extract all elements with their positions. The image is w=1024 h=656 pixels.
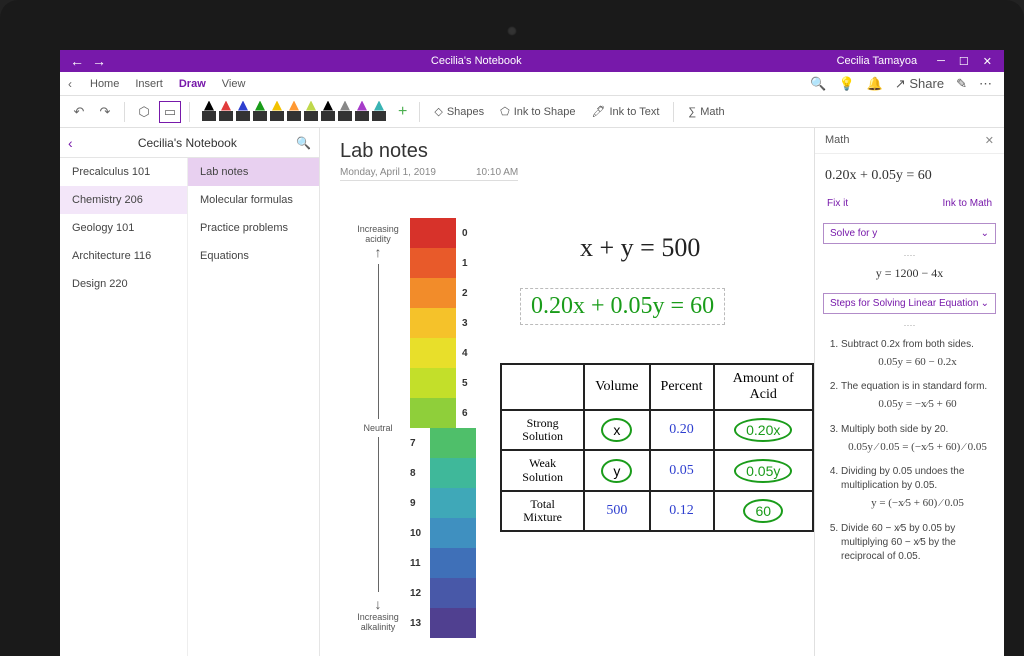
ink-equation-1[interactable]: x + y = 500 (580, 233, 700, 263)
page-time: 10:10 AM (476, 167, 518, 178)
redo-icon[interactable]: ↷ (94, 101, 116, 123)
ph-row: 7 (410, 428, 476, 458)
step-item: Subtract 0.2x from both sides.0.05y = 60… (841, 338, 994, 370)
step-item: Multiply both side by 20.0.05y ⁄ 0.05 = … (841, 423, 994, 455)
section-chemistry[interactable]: Chemistry 206 (60, 186, 187, 214)
ph-row: 13 (410, 608, 476, 638)
ink-to-text-button[interactable]: 🖊 Ink to Text (585, 105, 665, 118)
math-equation: 0.20x + 0.05y = 60 (815, 154, 1004, 198)
tab-view[interactable]: View (220, 74, 248, 94)
draw-toolbar: ↶ ↷ ⬡ ▭ + ◇ Shapes ⬠ Ink to Shape 🖊 Ink … (60, 96, 1004, 128)
pen-lime[interactable] (304, 101, 318, 123)
pen-red[interactable] (219, 101, 233, 123)
lasso-icon[interactable]: ⬡ (133, 101, 155, 123)
nav-search-icon[interactable]: 🔍 (296, 136, 311, 150)
ph-label-alkaline: Increasing alkalinity (350, 612, 406, 632)
solve-dropdown[interactable]: Solve for y⌄ (823, 223, 996, 244)
undo-icon[interactable]: ↶ (68, 101, 90, 123)
tab-insert[interactable]: Insert (133, 74, 165, 94)
ink-to-math-link[interactable]: Ink to Math (943, 198, 992, 209)
fix-it-link[interactable]: Fix it (827, 198, 848, 209)
pen-mode-icon[interactable]: ✎ (956, 76, 967, 92)
page-lab-notes[interactable]: Lab notes (188, 158, 319, 186)
share-button[interactable]: ↗ Share (895, 76, 944, 92)
page-title[interactable]: Lab notes (340, 140, 794, 163)
pen-teal[interactable] (372, 101, 386, 123)
section-geology[interactable]: Geology 101 (60, 214, 187, 242)
minimize-icon[interactable]: ─ (937, 55, 945, 68)
ph-row: 3 (410, 308, 476, 338)
more-icon[interactable]: ⋯ (979, 76, 992, 92)
solution-steps: Subtract 0.2x from both sides.0.05y = 60… (815, 332, 1004, 656)
selection-tool[interactable]: ▭ (159, 101, 181, 123)
ph-scale: Increasing acidity ↑ Neutral ↓ Increasin… (350, 218, 476, 638)
lightbulb-icon[interactable]: 💡 (839, 76, 855, 92)
window-title: Cecilia's Notebook (116, 55, 837, 67)
pen-purple[interactable] (355, 101, 369, 123)
pen-gray[interactable] (338, 101, 352, 123)
steps-dropdown[interactable]: Steps for Solving Linear Equation⌄ (823, 293, 996, 314)
title-bar: ← → Cecilia's Notebook Cecilia Tamayoa ─… (60, 50, 1004, 72)
section-list: Precalculus 101 Chemistry 206 Geology 10… (60, 158, 188, 656)
ph-row: 9 (410, 488, 476, 518)
section-precalc[interactable]: Precalculus 101 (60, 158, 187, 186)
step-item: Dividing by 0.05 undoes the multiplicati… (841, 465, 994, 511)
page-molecular[interactable]: Molecular formulas (188, 186, 319, 214)
pen-orange[interactable] (287, 101, 301, 123)
notebook-name[interactable]: Cecilia's Notebook (79, 136, 296, 150)
chevron-down-icon: ⌄ (981, 228, 989, 239)
page-canvas[interactable]: Lab notes Monday, April 1, 2019 10:10 AM… (320, 128, 814, 656)
math-result: y = 1200 − 4x (815, 262, 1004, 289)
page-practice[interactable]: Practice problems (188, 214, 319, 242)
ink-equation-2-selected[interactable]: 0.20x + 0.05y = 60 (520, 288, 725, 325)
ph-row: 10 (410, 518, 476, 548)
ph-label-acid: Increasing acidity (350, 224, 406, 244)
close-icon[interactable]: ✕ (983, 55, 992, 68)
ribbon-tabs: ‹ Home Insert Draw View 🔍 💡 🔔 ↗ Share ✎ … (60, 72, 1004, 96)
pen-black[interactable] (202, 101, 216, 123)
ph-row: 8 (410, 458, 476, 488)
page-date: Monday, April 1, 2019 (340, 167, 436, 178)
ph-row: 1 (410, 248, 476, 278)
acid-table[interactable]: Volume Percent Amount of Acid Strong Sol… (500, 363, 814, 532)
chevron-down-icon: ⌄ (981, 298, 989, 309)
page-equations[interactable]: Equations (188, 242, 319, 270)
shapes-button[interactable]: ◇ Shapes (428, 105, 490, 118)
maximize-icon[interactable]: ☐ (959, 55, 969, 68)
ph-label-neutral: Neutral (363, 423, 392, 433)
ph-row: 12 (410, 578, 476, 608)
ribbon-chevron-icon[interactable]: ‹ (68, 77, 76, 91)
ph-row: 2 (410, 278, 476, 308)
section-architecture[interactable]: Architecture 116 (60, 242, 187, 270)
math-button[interactable]: ∑ Math (682, 106, 730, 118)
ph-row: 0 (410, 218, 476, 248)
ph-row: 6 (410, 398, 476, 428)
page-list: Lab notes Molecular formulas Practice pr… (188, 158, 319, 656)
math-pane: Math ✕ 0.20x + 0.05y = 60 Fix it Ink to … (814, 128, 1004, 656)
ph-row: 11 (410, 548, 476, 578)
user-name[interactable]: Cecilia Tamayoa (837, 55, 926, 67)
bell-icon[interactable]: 🔔 (867, 76, 883, 92)
pen-yellow[interactable] (270, 101, 284, 123)
math-pane-title: Math (825, 134, 849, 147)
pen-black2[interactable] (321, 101, 335, 123)
nav-back-icon[interactable]: ← (70, 53, 84, 69)
tab-draw[interactable]: Draw (177, 74, 208, 94)
ink-to-shape-button[interactable]: ⬠ Ink to Shape (494, 105, 581, 118)
pen-gallery (198, 101, 390, 123)
pen-blue[interactable] (236, 101, 250, 123)
section-design[interactable]: Design 220 (60, 270, 187, 298)
search-icon[interactable]: 🔍 (810, 76, 826, 92)
pen-green[interactable] (253, 101, 267, 123)
tab-home[interactable]: Home (88, 74, 121, 94)
ph-row: 5 (410, 368, 476, 398)
step-item: Divide 60 − x⁄5 by 0.05 by multiplying 6… (841, 522, 994, 564)
nav-back[interactable]: ‹ (68, 135, 79, 151)
ph-row: 4 (410, 338, 476, 368)
step-item: The equation is in standard form.0.05y =… (841, 380, 994, 412)
navigation-pane: ‹ Cecilia's Notebook 🔍 Precalculus 101 C… (60, 128, 320, 656)
math-close-icon[interactable]: ✕ (985, 134, 994, 147)
add-pen-icon[interactable]: + (394, 103, 411, 121)
nav-forward-icon[interactable]: → (92, 53, 106, 69)
